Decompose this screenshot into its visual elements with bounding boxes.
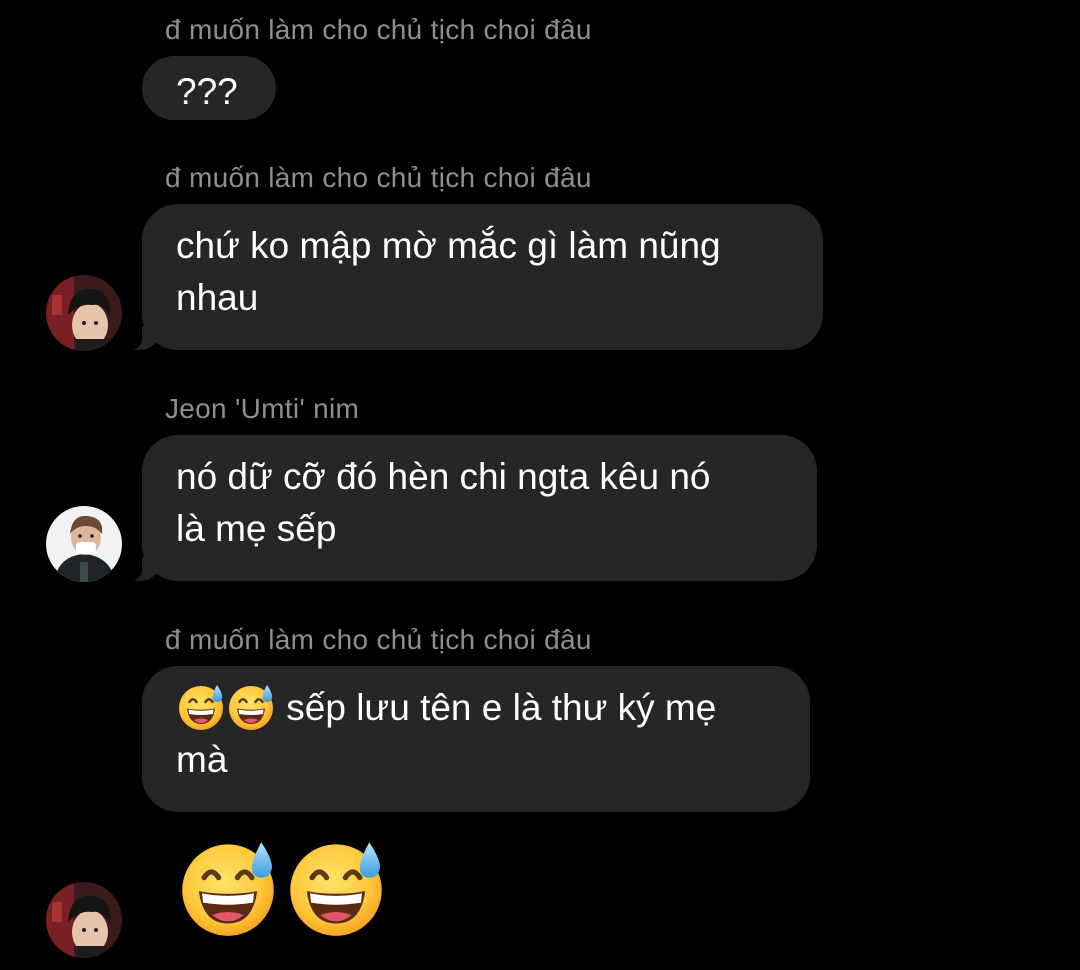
avatar-boy-black-jacket-icon xyxy=(46,506,122,582)
message-text-line: nhau xyxy=(176,277,259,318)
message-text: ??? xyxy=(176,71,238,112)
sender-name: đ muốn làm cho chủ tịch choi đâu xyxy=(165,14,592,45)
sender-name: Jeon 'Umti' nim xyxy=(165,393,360,424)
avatar[interactable] xyxy=(46,882,122,958)
message-bubble[interactable]: ??? xyxy=(142,56,276,120)
grinning-face-with-sweat-icon[interactable] xyxy=(176,834,280,938)
message-bubble[interactable]: nó dữ cỡ đó hèn chi ngta kêu nó là mẹ sế… xyxy=(116,435,817,582)
avatar-dark-hair-boy-icon xyxy=(46,882,122,958)
grinning-face-with-sweat-icon xyxy=(176,681,226,731)
message-text-line: chứ ko mập mờ mắc gì làm nũng xyxy=(176,225,721,266)
message-text-line: sếp lưu tên e là thư ký mẹ xyxy=(176,682,776,734)
avatar[interactable] xyxy=(46,506,122,582)
avatar-dark-hair-boy-icon xyxy=(46,275,122,351)
message-bubble[interactable]: chứ ko mập mờ mắc gì làm nũng nhau xyxy=(116,204,823,351)
grinning-face-with-sweat-icon[interactable] xyxy=(284,834,388,938)
message-text: sếp lưu tên e là thư ký mẹ xyxy=(286,687,717,728)
avatar[interactable] xyxy=(46,275,122,351)
message-text-line: là mẹ sếp xyxy=(176,508,337,549)
message-text-line: nó dữ cỡ đó hèn chi ngta kêu nó xyxy=(176,456,711,497)
message-text-line: mà xyxy=(176,739,228,780)
grinning-face-with-sweat-icon xyxy=(226,681,276,731)
sender-name: đ muốn làm cho chủ tịch choi đâu xyxy=(165,624,592,655)
message-bubble[interactable]: sếp lưu tên e là thư ký mẹ mà xyxy=(142,666,810,812)
sender-name: đ muốn làm cho chủ tịch choi đâu xyxy=(165,162,592,193)
